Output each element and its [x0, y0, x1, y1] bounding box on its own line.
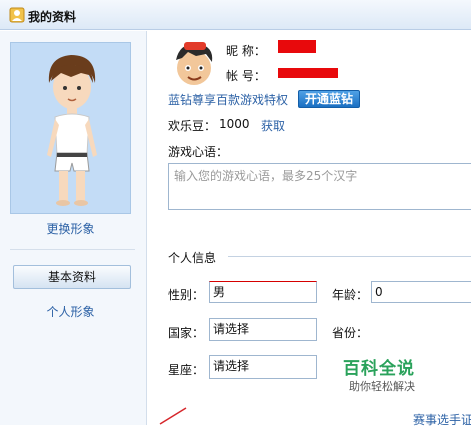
motto-placeholder: 输入您的游戏心语，最多25个汉字 [174, 169, 358, 183]
age-field[interactable]: 0 [371, 281, 471, 303]
nickname-label: 昵 称： [226, 44, 266, 58]
gender-label: 性别： [168, 288, 205, 302]
annotation-stroke [159, 407, 187, 425]
avatar-preview [10, 42, 131, 214]
country-select[interactable]: 请选择 [209, 318, 317, 341]
age-label: 年龄： [332, 288, 369, 302]
basic-info-button[interactable]: 基本资料 [13, 265, 131, 289]
constellation-select[interactable]: 请选择 [209, 355, 317, 379]
beans-label: 欢乐豆： [168, 119, 217, 133]
country-label: 国家： [168, 326, 205, 340]
country-value: 请选择 [213, 322, 250, 336]
section-divider [228, 256, 471, 257]
watermark-subtitle: 助你轻松解决 [349, 380, 415, 393]
beans-value: 1000 [219, 117, 250, 131]
gender-field[interactable]: 男 [209, 281, 317, 303]
user-profile-icon [9, 7, 25, 23]
watermark-title: 百科全说 [343, 359, 415, 379]
sidebar-divider [10, 249, 135, 250]
account-label: 帐 号： [226, 69, 266, 83]
open-vip-button[interactable]: 开通蓝钻 [298, 90, 360, 108]
age-value: 0 [375, 285, 383, 299]
character-figure [47, 55, 97, 206]
contest-player-link[interactable]: 赛事选手证 [413, 411, 471, 428]
constellation-label: 星座： [168, 363, 205, 377]
account-redacted [278, 68, 338, 78]
get-beans-link[interactable]: 获取 [261, 117, 285, 134]
gender-value: 男 [213, 285, 226, 299]
motto-input[interactable]: 输入您的游戏心语，最多25个汉字 [168, 163, 471, 210]
title-bar: 我的资料 [0, 0, 471, 30]
change-avatar-link[interactable]: 更换形象 [0, 220, 141, 237]
vip-promo-text[interactable]: 蓝钻尊享百款游戏特权 [168, 91, 288, 108]
constellation-value: 请选择 [213, 359, 250, 373]
personal-info-title: 个人信息 [168, 251, 217, 265]
window-title: 我的资料 [28, 10, 77, 24]
personal-image-link[interactable]: 个人形象 [0, 303, 141, 320]
sidebar: 更换形象 基本资料 个人形象 [0, 31, 147, 425]
nickname-redacted [278, 40, 316, 53]
province-label: 省份： [332, 326, 369, 340]
mini-avatar [176, 42, 213, 85]
motto-label: 游戏心语： [168, 145, 229, 159]
